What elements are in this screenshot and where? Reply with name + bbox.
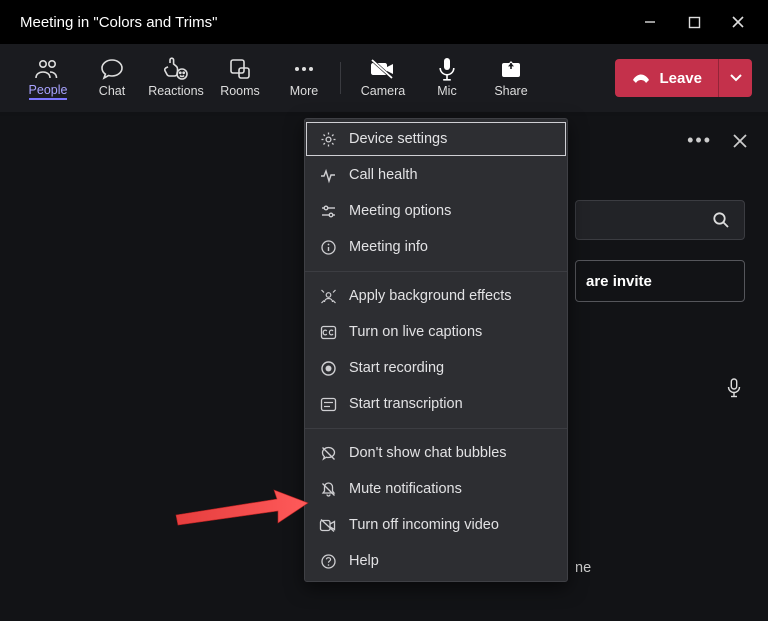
close-icon — [731, 15, 745, 29]
menu-start-transcription-label: Start transcription — [349, 396, 463, 412]
people-button[interactable]: People — [16, 50, 80, 106]
chat-bubble-off-icon — [319, 444, 337, 462]
annotation-arrow — [172, 485, 312, 533]
panel-text-fragment: ne — [575, 560, 740, 576]
menu-meeting-options[interactable]: Meeting options — [305, 193, 567, 229]
menu-live-captions-label: Turn on live captions — [349, 324, 482, 340]
menu-start-recording-label: Start recording — [349, 360, 444, 376]
leave-button[interactable]: Leave — [615, 59, 718, 97]
menu-start-recording[interactable]: Start recording — [305, 350, 567, 386]
more-label: More — [290, 82, 318, 100]
chat-button[interactable]: Chat — [80, 50, 144, 106]
reactions-label: Reactions — [148, 82, 204, 100]
menu-start-transcription[interactable]: Start transcription — [305, 386, 567, 422]
sliders-icon — [319, 202, 337, 220]
menu-mute-notifications-label: Mute notifications — [349, 481, 462, 497]
share-label: Share — [494, 82, 527, 100]
menu-device-settings-label: Device settings — [349, 131, 447, 147]
maximize-button[interactable] — [672, 0, 716, 44]
leave-label: Leave — [659, 70, 702, 87]
mic-icon — [437, 56, 457, 82]
menu-device-settings[interactable]: Device settings — [305, 121, 567, 157]
share-button[interactable]: Share — [479, 50, 543, 106]
meeting-toolbar: People Chat Reactions Rooms More — [0, 44, 768, 112]
participants-search[interactable] — [575, 200, 745, 240]
gear-icon — [319, 130, 337, 148]
menu-meeting-info-label: Meeting info — [349, 239, 428, 255]
transcription-icon — [319, 395, 337, 413]
toolbar-separator — [340, 62, 341, 94]
minimize-button[interactable] — [628, 0, 672, 44]
people-label: People — [29, 82, 68, 100]
rooms-label: Rooms — [220, 82, 260, 100]
info-icon — [319, 238, 337, 256]
activity-icon — [319, 166, 337, 184]
camera-button[interactable]: Camera — [351, 50, 415, 106]
chat-icon — [100, 56, 124, 82]
maximize-icon — [688, 16, 701, 29]
record-icon — [319, 359, 337, 377]
more-button[interactable]: More — [272, 50, 336, 106]
menu-mute-notifications[interactable]: Mute notifications — [305, 471, 567, 507]
menu-call-health-label: Call health — [349, 167, 418, 183]
more-menu: Device settings Call health Meeting opti… — [304, 118, 568, 582]
panel-header-controls: ••• — [687, 130, 748, 151]
leave-dropdown-button[interactable] — [718, 59, 752, 97]
bell-off-icon — [319, 480, 337, 498]
share-icon — [500, 56, 522, 82]
rooms-icon — [229, 56, 251, 82]
arrow-icon — [172, 485, 312, 533]
captions-icon — [319, 323, 337, 341]
menu-turn-off-video-label: Turn off incoming video — [349, 517, 499, 533]
close-icon — [732, 133, 748, 149]
menu-call-health[interactable]: Call health — [305, 157, 567, 193]
minimize-icon — [643, 15, 657, 29]
more-icon — [293, 56, 315, 82]
toolbar-right: Leave — [615, 59, 752, 97]
rooms-button[interactable]: Rooms — [208, 50, 272, 106]
menu-background-effects[interactable]: Apply background effects — [305, 278, 567, 314]
menu-live-captions[interactable]: Turn on live captions — [305, 314, 567, 350]
menu-separator — [305, 271, 567, 272]
leave-button-group: Leave — [615, 59, 752, 97]
menu-meeting-options-label: Meeting options — [349, 203, 451, 219]
panel-close-button[interactable] — [732, 133, 748, 149]
share-invite-label: are invite — [586, 273, 652, 290]
background-effects-icon — [319, 287, 337, 305]
share-invite-button[interactable]: are invite — [575, 260, 745, 302]
menu-background-effects-label: Apply background effects — [349, 288, 512, 304]
chevron-down-icon — [730, 74, 742, 82]
camera-label: Camera — [361, 82, 405, 100]
panel-more-button[interactable]: ••• — [687, 130, 712, 151]
search-icon — [712, 211, 730, 229]
window-title: Meeting in "Colors and Trims" — [20, 14, 217, 31]
mic-button[interactable]: Mic — [415, 50, 479, 106]
menu-meeting-info[interactable]: Meeting info — [305, 229, 567, 265]
meeting-window: Meeting in "Colors and Trims" People Cha… — [0, 0, 768, 621]
menu-help[interactable]: Help — [305, 543, 567, 579]
reactions-icon — [163, 56, 189, 82]
menu-help-label: Help — [349, 553, 379, 569]
menu-separator — [305, 428, 567, 429]
reactions-button[interactable]: Reactions — [144, 50, 208, 106]
camera-off-icon — [370, 56, 396, 82]
participant-mic-icon[interactable] — [726, 378, 742, 398]
titlebar: Meeting in "Colors and Trims" — [0, 0, 768, 44]
chat-label: Chat — [99, 82, 125, 100]
mic-label: Mic — [437, 82, 456, 100]
people-icon — [35, 56, 61, 82]
menu-hide-chat-bubbles-label: Don't show chat bubbles — [349, 445, 507, 461]
help-icon — [319, 552, 337, 570]
hangup-icon — [631, 71, 651, 85]
close-button[interactable] — [716, 0, 760, 44]
video-off-icon — [319, 516, 337, 534]
menu-hide-chat-bubbles[interactable]: Don't show chat bubbles — [305, 435, 567, 471]
menu-turn-off-video[interactable]: Turn off incoming video — [305, 507, 567, 543]
